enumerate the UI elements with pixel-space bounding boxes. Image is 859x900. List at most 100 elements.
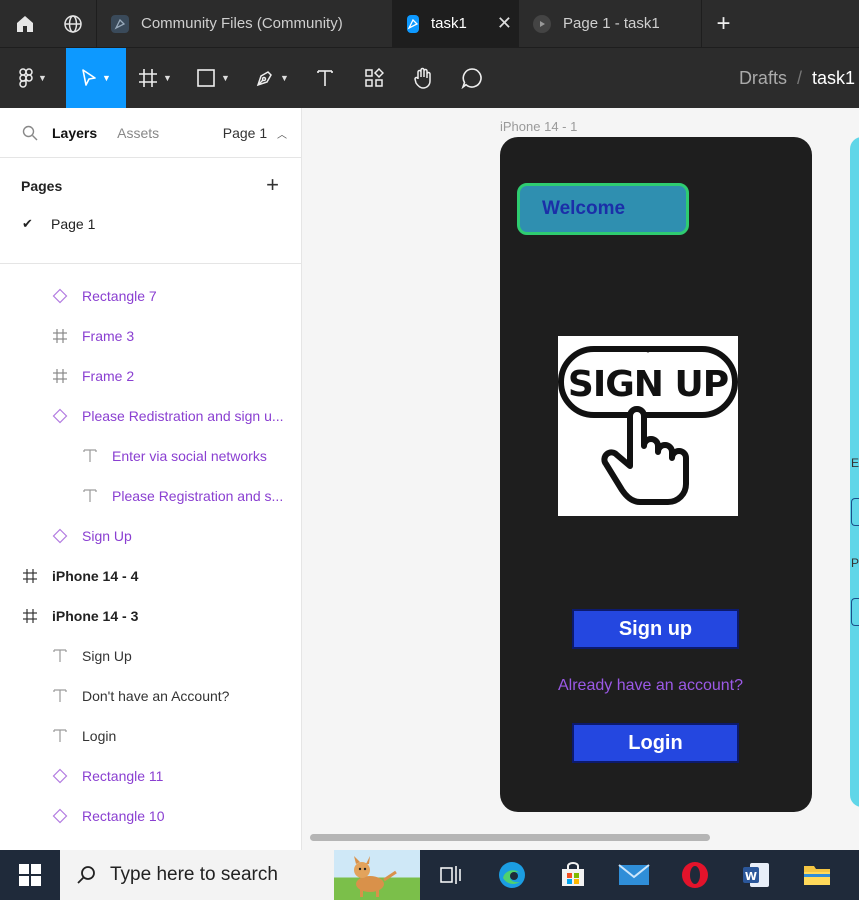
tab-label: Page 1 - task1 xyxy=(563,15,660,32)
layer-item[interactable]: Sign Up xyxy=(52,636,132,676)
layer-item[interactable]: iPhone 14 - 4 xyxy=(22,556,138,596)
frame-hash-icon xyxy=(139,69,158,87)
layer-label: Enter via social networks xyxy=(112,448,267,464)
component-icon xyxy=(52,768,82,784)
pen-icon xyxy=(256,71,272,87)
word-app-icon[interactable]: W xyxy=(725,850,786,900)
horizontal-scrollbar[interactable] xyxy=(310,834,710,841)
layer-label: Please Redistration and sign u... xyxy=(82,408,284,424)
search-icon xyxy=(77,866,95,884)
shape-tool-button[interactable]: ▼ xyxy=(184,48,242,109)
page-selector-label: Page 1 xyxy=(222,124,268,141)
figma-file-icon xyxy=(111,14,129,33)
sign-up-image-text: SIGN UP xyxy=(568,364,728,405)
opera-browser-icon[interactable] xyxy=(664,850,725,900)
already-have-account-link[interactable]: Already have an account? xyxy=(558,677,758,695)
new-tab-button[interactable]: + xyxy=(701,0,745,47)
layer-label: Frame 2 xyxy=(82,368,135,384)
tab-prototype[interactable]: Page 1 - task1 xyxy=(518,0,701,47)
tab-task1[interactable]: task1 ✕ xyxy=(392,0,518,47)
layer-item[interactable]: Login xyxy=(52,716,116,756)
move-tool-button[interactable]: ▼ xyxy=(66,47,126,109)
figma-logo-icon xyxy=(19,68,33,88)
layer-label: iPhone 14 - 4 xyxy=(52,568,139,584)
browser-tab-bar: Community Files (Community) task1 ✕ Page… xyxy=(0,0,859,47)
close-icon[interactable]: ✕ xyxy=(497,13,512,34)
task-view-icon[interactable] xyxy=(420,850,481,900)
frame-icon xyxy=(22,608,52,624)
mail-icon[interactable] xyxy=(603,850,664,900)
tab-assets[interactable]: Assets xyxy=(117,125,159,141)
layer-label: Frame 3 xyxy=(82,328,135,344)
comment-tool-button[interactable] xyxy=(446,48,498,109)
breadcrumb-file-name[interactable]: task1 xyxy=(812,68,855,89)
iphone-frame[interactable]: Welcome SIGN UP Sign up Already have an … xyxy=(500,137,812,812)
layer-label: iPhone 14 - 3 xyxy=(52,608,139,624)
frame-tool-button[interactable]: ▼ xyxy=(126,48,184,109)
pages-section: Pages + ✔ Page 1 xyxy=(0,158,301,264)
search-icon[interactable] xyxy=(22,125,38,141)
figma-file-icon xyxy=(407,14,419,33)
layer-item[interactable]: Frame 2 xyxy=(52,356,134,396)
adjacent-frame-label: P xyxy=(851,556,859,570)
layer-label: Login xyxy=(82,728,117,744)
cursor-arrow-icon xyxy=(82,69,96,86)
layer-item[interactable]: Please Registration and s... xyxy=(82,476,283,516)
microsoft-store-icon[interactable] xyxy=(542,850,603,900)
tab-label: task1 xyxy=(431,15,467,32)
layer-item[interactable]: Please Redistration and sign u... xyxy=(52,396,284,436)
text-t-icon xyxy=(317,70,333,86)
hand-tool-button[interactable] xyxy=(400,48,446,109)
main-menu-button[interactable]: ▼ xyxy=(0,48,66,109)
frame-icon xyxy=(22,568,52,584)
layer-item[interactable]: Rectangle 10 xyxy=(52,796,165,836)
layer-item[interactable]: Rectangle 7 xyxy=(52,276,157,316)
layer-item[interactable]: Don't have an Account? xyxy=(52,676,229,716)
tab-community-files[interactable]: Community Files (Community) xyxy=(96,0,392,47)
windows-start-button[interactable] xyxy=(0,850,60,900)
layer-label: Rectangle 10 xyxy=(82,808,165,824)
layer-label: Sign Up xyxy=(82,528,132,544)
chevron-down-icon: ▼ xyxy=(38,73,47,83)
layer-item[interactable]: iPhone 14 - 3 xyxy=(22,596,138,636)
tab-layers[interactable]: Layers xyxy=(52,125,97,141)
text-icon xyxy=(52,688,82,704)
chevron-down-icon: ▼ xyxy=(163,73,172,83)
taskbar-search[interactable]: Type here to search xyxy=(60,850,420,900)
login-button[interactable]: Login xyxy=(572,723,739,763)
frame-icon xyxy=(52,328,82,344)
search-placeholder: Type here to search xyxy=(110,864,278,885)
text-icon xyxy=(52,728,82,744)
add-page-button[interactable]: + xyxy=(266,172,279,198)
frame-icon xyxy=(52,368,82,384)
welcome-badge[interactable]: Welcome xyxy=(517,183,689,235)
sign-up-illustration[interactable]: SIGN UP xyxy=(558,336,738,516)
resources-tool-button[interactable] xyxy=(348,48,400,109)
file-explorer-icon[interactable] xyxy=(786,850,847,900)
layer-item[interactable]: Rectangle 11 xyxy=(52,756,163,796)
frame-label[interactable]: iPhone 14 - 1 xyxy=(500,119,577,134)
design-canvas[interactable]: iPhone 14 - 1 Welcome SIGN UP Sign up Al… xyxy=(302,108,859,850)
component-icon xyxy=(52,528,82,544)
page-item-label: Page 1 xyxy=(51,216,96,232)
component-icon xyxy=(52,288,82,304)
panel-tabs: Layers Assets Page 1 ︿ xyxy=(0,108,301,158)
globe-icon[interactable] xyxy=(50,0,96,47)
rectangle-icon xyxy=(197,69,215,87)
pen-tool-button[interactable]: ▼ xyxy=(242,48,302,109)
sign-up-button[interactable]: Sign up xyxy=(572,609,739,649)
breadcrumb-drafts[interactable]: Drafts xyxy=(739,68,787,89)
page-selector[interactable]: Page 1 ︿ xyxy=(223,125,287,141)
layer-item[interactable]: Enter via social networks xyxy=(82,436,267,476)
adjacent-frame[interactable] xyxy=(850,137,859,807)
layer-item[interactable]: Sign Up xyxy=(52,516,132,556)
adjacent-input-box xyxy=(851,498,859,526)
search-highlight-illustration xyxy=(334,850,420,900)
layer-item[interactable]: Frame 3 xyxy=(52,316,134,356)
page-item-page-1[interactable]: ✔ Page 1 xyxy=(22,216,95,232)
breadcrumb-separator: / xyxy=(796,68,802,88)
layer-label: Rectangle 11 xyxy=(82,768,164,784)
edge-browser-icon[interactable] xyxy=(481,850,542,900)
text-tool-button[interactable] xyxy=(302,48,348,109)
home-icon[interactable] xyxy=(0,0,50,47)
